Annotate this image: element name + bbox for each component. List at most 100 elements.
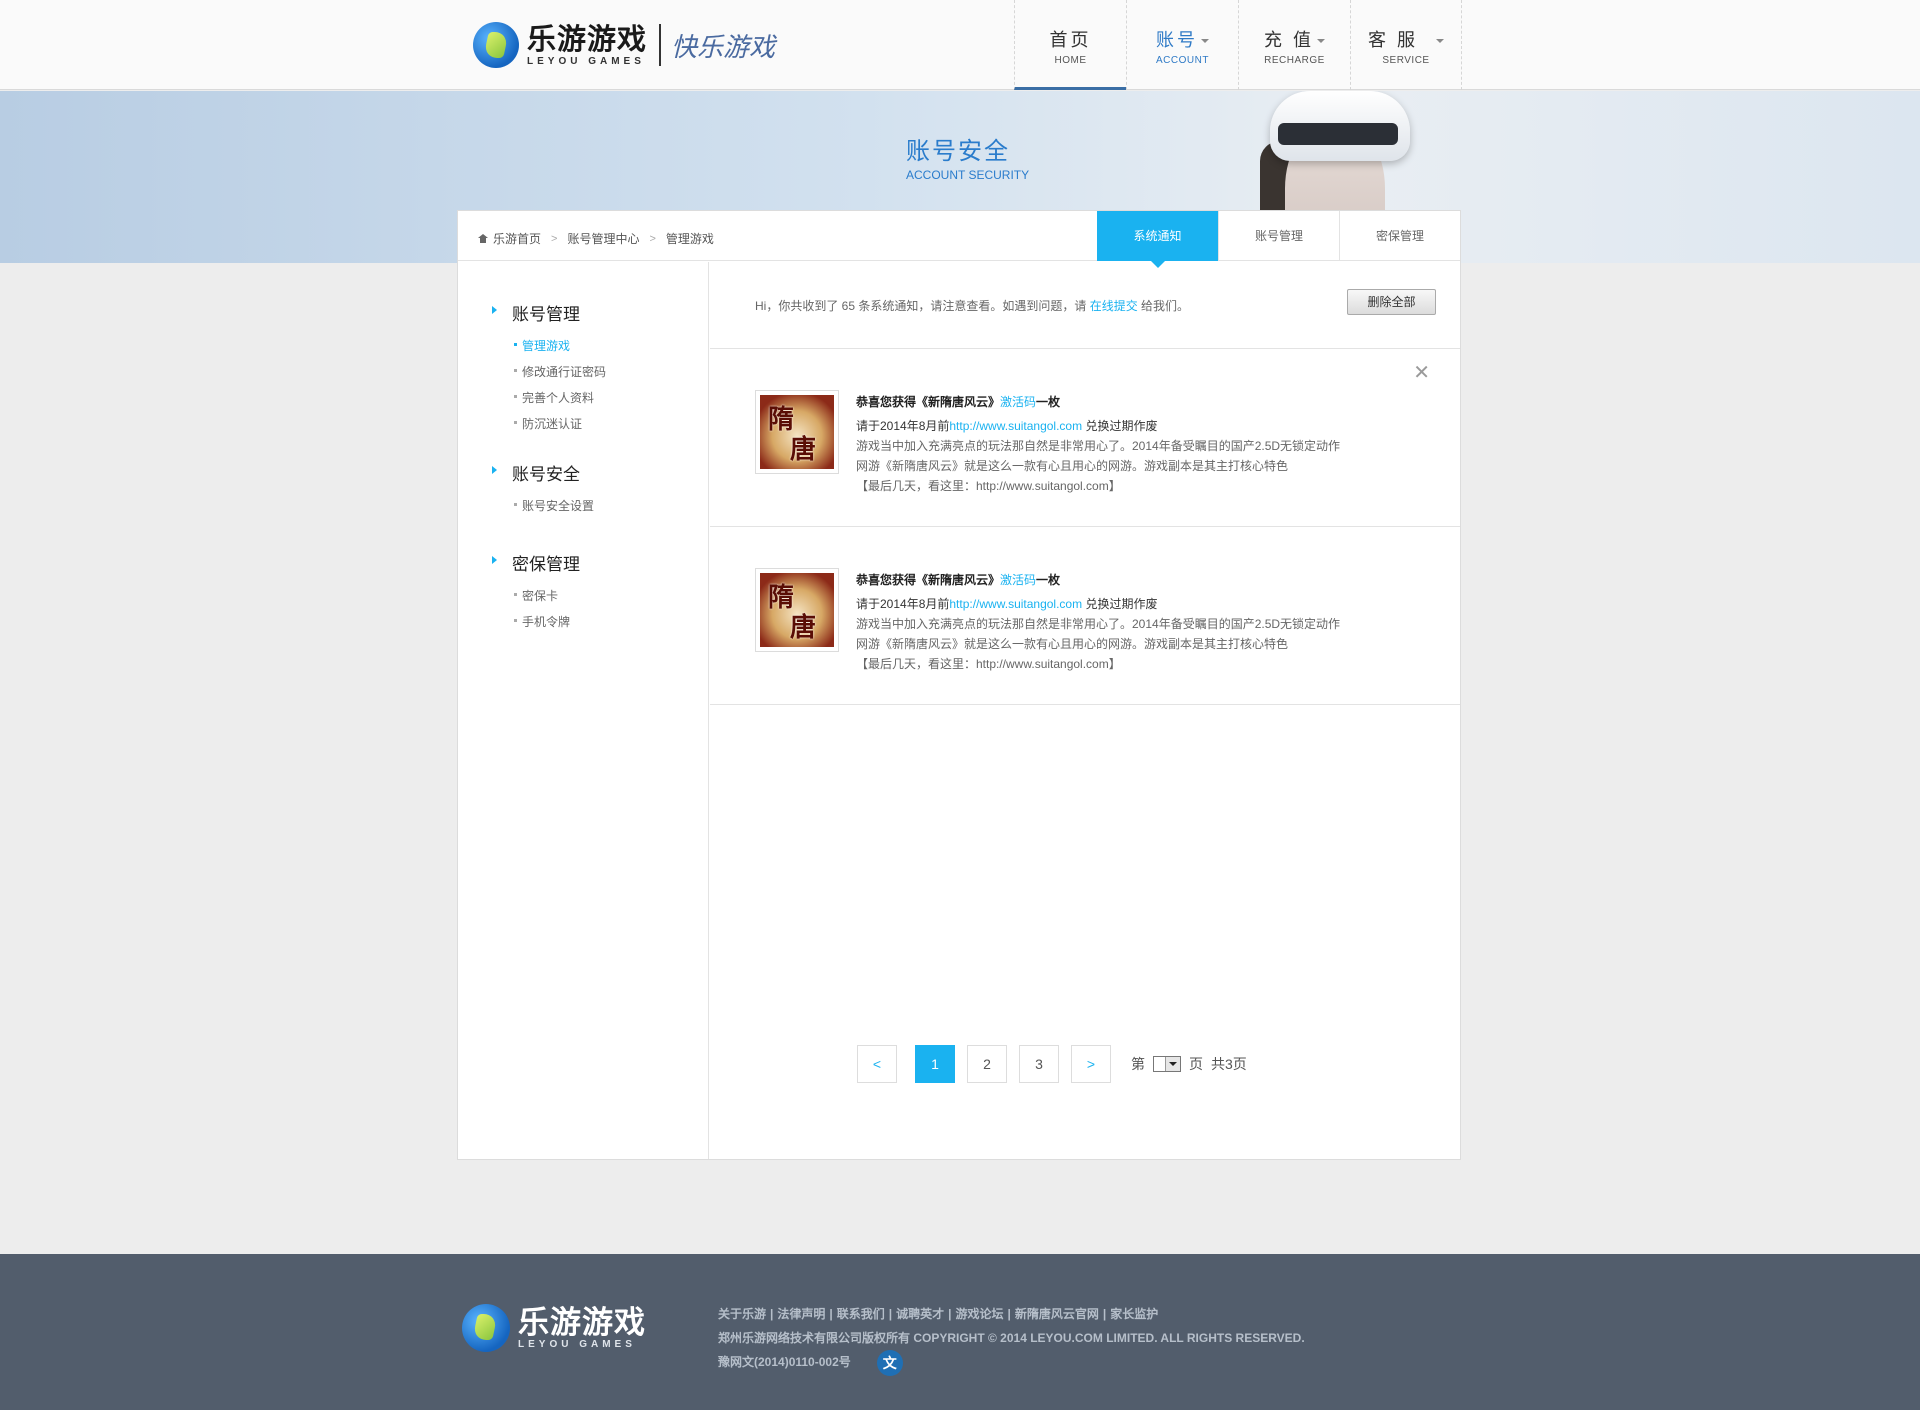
sidebar-group-security: 账号安全 账号安全设置 [492,460,594,514]
tab-security-management[interactable]: 密保管理 [1339,211,1460,261]
footer-link-jobs[interactable]: 诚聘英才 [896,1307,944,1321]
sidebar-item-anti-addiction[interactable]: 防沉迷认证 [492,415,606,432]
pagination: < 1 2 3 > 第 页 共3页 [857,1045,1247,1083]
breadcrumb-separator: > [551,232,558,245]
submit-online-link[interactable]: 在线提交 [1090,299,1138,313]
nav-account-label: 账号 [1127,26,1238,52]
notification-desc-line: 游戏当中加入充满亮点的玩法那自然是非常用心了。2014年备受瞩目的国产2.5D无… [856,439,1341,453]
notification-expiry: 请于2014年8月前http://www.suitangol.com 兑换过期作… [856,416,1376,436]
footer-links: 关于乐游 | 法律声明 | 联系我们 | 诚聘英才 | 游戏论坛 | 新隋唐风云官网 | 家长监护 郑州… [718,1302,1305,1376]
game-thumbnail[interactable]: 隋 唐 [755,568,839,652]
notification-item: ✕ 隋 唐 恭喜您获得《新隋唐风云》激活码一枚 请于2014年8月前http:/… [710,350,1460,527]
title-text: 恭喜您获得《新隋唐风云》 [856,395,1001,409]
sidebar-group-protection: 密保管理 密保卡 手机令牌 [492,550,580,630]
nav-recharge-text: 充 值 [1263,30,1314,50]
title-text: 恭喜您获得《新隋唐风云》 [856,573,1001,587]
sidebar-group-title[interactable]: 密保管理 [492,550,580,575]
notification-desc-line: 网游《新隋唐风云》就是这么一款有心且用心的网游。游戏副本是其主打核心特色 [856,459,1289,473]
expiry-text: 请于2014年8月前 [856,419,950,433]
breadcrumb-separator: > [649,232,656,245]
sidebar-item-profile[interactable]: 完善个人资料 [492,389,606,406]
thumb-char-2: 唐 [790,613,817,643]
game-logo-image: 隋 唐 [760,573,834,647]
chevron-down-icon [1436,39,1444,44]
notification-item: 隋 唐 恭喜您获得《新隋唐风云》激活码一枚 请于2014年8月前http://w… [710,528,1460,705]
breadcrumb-account-center[interactable]: 账号管理中心 [567,230,639,247]
expiry-text: 请于2014年8月前 [856,597,950,611]
page-select[interactable] [1153,1056,1181,1072]
link-divider: | [829,1307,833,1321]
footer-link-row: 关于乐游 | 法律声明 | 联系我们 | 诚聘英才 | 游戏论坛 | 新隋唐风云官网 | 家长监护 [718,1302,1305,1326]
tab-system-notice[interactable]: 系统通知 [1097,211,1218,268]
link-divider: | [888,1307,893,1321]
footer-link-contact[interactable]: 联系我们 [837,1307,885,1321]
breadcrumb-home[interactable]: 乐游首页 [493,230,541,247]
footer-link-forum[interactable]: 游戏论坛 [956,1307,1004,1321]
nav-service[interactable]: 客 服 SERVICE [1350,0,1462,90]
game-site-link[interactable]: http://www.suitangol.com [949,597,1082,611]
nav-home[interactable]: 首页 HOME [1014,0,1126,90]
logo-text: 乐游游戏 LEYOU GAMES [527,24,647,67]
notification-body: 恭喜您获得《新隋唐风云》激活码一枚 请于2014年8月前http://www.s… [856,392,1376,496]
page-button-1[interactable]: 1 [915,1045,955,1083]
chevron-down-icon [1169,1062,1177,1066]
notification-title: 恭喜您获得《新隋唐风云》激活码一枚 [856,392,1376,412]
nav-account[interactable]: 账号 ACCOUNT [1126,0,1238,90]
notification-expiry: 请于2014年8月前http://www.suitangol.com 兑换过期作… [856,594,1376,614]
game-thumbnail[interactable]: 隋 唐 [755,390,839,474]
notification-title: 恭喜您获得《新隋唐风云》激活码一枚 [856,570,1376,590]
page-button-2[interactable]: 2 [967,1045,1007,1083]
nav-recharge[interactable]: 充 值 RECHARGE [1238,0,1350,90]
sidebar-item-manage-games[interactable]: 管理游戏 [492,337,606,354]
expiry-suffix: 兑换过期作废 [1082,419,1158,433]
thumb-char-2: 唐 [790,435,817,465]
next-page-button[interactable]: > [1071,1045,1111,1083]
page-total: 共3页 [1211,1056,1247,1072]
notice-text: Hi，你共收到了 65 条系统通知，请注意查看。如遇到问题，请 在线提交 给我们… [755,297,1189,314]
footer-copyright: 郑州乐游网络技术有限公司版权所有 COPYRIGHT © 2014 LEYOU.… [718,1331,1305,1345]
chevron-down-icon [1317,39,1325,44]
slogan: 快乐游戏 [671,32,776,63]
illustration-visor [1278,123,1398,145]
notification-content: Hi，你共收到了 65 条系统通知，请注意查看。如遇到问题，请 在线提交 给我们… [710,262,1460,1159]
footer-link-about[interactable]: 关于乐游 [718,1307,766,1321]
link-divider: | [948,1307,952,1321]
link-divider: | [1102,1307,1107,1321]
notice-bar: Hi，你共收到了 65 条系统通知，请注意查看。如遇到问题，请 在线提交 给我们… [710,262,1460,349]
tab-account-management[interactable]: 账号管理 [1218,211,1339,261]
breadcrumb-bar: 乐游首页 > 账号管理中心 > 管理游戏 系统通知 账号管理 密保管理 [458,211,1460,268]
sidebar-group-title[interactable]: 账号安全 [492,460,594,485]
sidebar-item-security-settings[interactable]: 账号安全设置 [492,497,594,514]
game-site-link[interactable]: http://www.suitangol.com [949,419,1082,433]
footer-license: 豫网文(2014)0110-002号 [718,1355,851,1370]
activation-code-link[interactable]: 激活码 [1000,573,1036,587]
leyou-logo-icon [462,1304,510,1352]
close-icon[interactable]: ✕ [1413,360,1430,385]
activation-code-link[interactable]: 激活码 [1000,395,1036,409]
site-logo[interactable]: 乐游游戏 LEYOU GAMES 快乐游戏 [473,22,775,68]
footer-link-parental[interactable]: 家长监护 [1110,1307,1158,1321]
logo-divider [659,24,662,66]
footer-logo-cn: 乐游游戏 [518,1304,646,1340]
delete-all-button[interactable]: 删除全部 [1347,289,1436,315]
sidebar-item-security-card[interactable]: 密保卡 [492,587,580,604]
sidebar-group-account: 账号管理 管理游戏 修改通行证密码 完善个人资料 防沉迷认证 [492,300,606,432]
page-button-3[interactable]: 3 [1019,1045,1059,1083]
sidebar-group-title[interactable]: 账号管理 [492,300,606,325]
sidebar-item-change-password[interactable]: 修改通行证密码 [492,363,606,380]
footer-logo-text: 乐游游戏 LEYOU GAMES [518,1304,646,1350]
notification-body: 恭喜您获得《新隋唐风云》激活码一枚 请于2014年8月前http://www.s… [856,570,1376,674]
culture-license-badge-icon[interactable]: 文 [876,1350,903,1376]
logo-cn: 乐游游戏 [527,23,648,56]
chevron-down-icon [1201,39,1209,44]
link-divider: | [770,1307,774,1321]
footer-logo[interactable]: 乐游游戏 LEYOU GAMES [462,1304,646,1352]
link-divider: | [1007,1307,1011,1321]
prev-page-button[interactable]: < [857,1045,897,1083]
nav-service-text: 客 服 [1367,30,1418,50]
footer-link-legal[interactable]: 法律声明 [777,1307,825,1321]
nav-home-sublabel: HOME [1054,55,1087,66]
sidebar-item-mobile-token[interactable]: 手机令牌 [492,613,580,630]
title-suffix: 一枚 [1036,395,1061,409]
footer-link-official-site[interactable]: 新隋唐风云官网 [1015,1307,1099,1321]
